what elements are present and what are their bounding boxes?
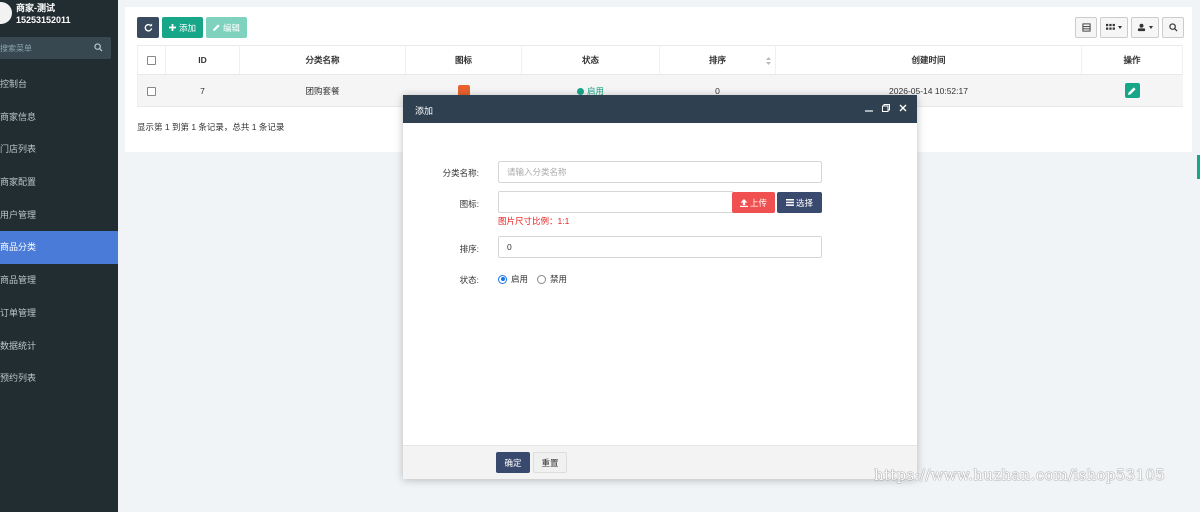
- sidebar-item-console[interactable]: 控制台: [0, 68, 118, 101]
- add-category-dialog: 添加 分类名称: 图标: 上传 选择 图片尺寸比例：1:1 排序: 状态:: [403, 95, 917, 479]
- maximize-icon[interactable]: [882, 104, 890, 112]
- add-button[interactable]: 添加: [162, 17, 204, 38]
- sidebar-item-merchant-info[interactable]: 商家信息: [0, 101, 118, 134]
- icon-label: 图标:: [459, 199, 479, 209]
- list-icon: [785, 199, 794, 206]
- upload-button-label: 上传: [749, 197, 767, 208]
- sort-input[interactable]: [498, 236, 822, 258]
- add-button-label: 添加: [179, 22, 197, 33]
- upload-icon: [739, 198, 748, 207]
- close-icon[interactable]: [899, 104, 907, 112]
- sidebar-item-product-category[interactable]: 商品分类: [0, 231, 118, 265]
- columns-button[interactable]: [1100, 17, 1128, 38]
- sidebar-item-user-management[interactable]: 用户管理: [0, 199, 118, 232]
- name-label: 分类名称:: [442, 168, 479, 178]
- upload-button[interactable]: 上传: [732, 192, 775, 213]
- choose-button-label: 选择: [795, 197, 813, 208]
- table-tools: [1075, 17, 1184, 38]
- sidebar-item-statistics[interactable]: 数据统计: [0, 330, 118, 363]
- search-icon[interactable]: [94, 43, 103, 52]
- chevron-down-icon: [1149, 26, 1153, 29]
- dialog-controls: [865, 101, 907, 115]
- select-all-checkbox[interactable]: [147, 56, 156, 66]
- pagination-info: 显示第 1 到第 1 条记录，总共 1 条记录: [137, 122, 285, 132]
- plus-icon: [169, 24, 176, 31]
- status-enabled-label[interactable]: 启用: [511, 273, 528, 285]
- category-name-input[interactable]: [498, 161, 822, 183]
- chevron-down-icon: [1118, 26, 1122, 29]
- header-op: 操作: [1081, 45, 1183, 75]
- menu-search: [0, 37, 111, 59]
- dialog-title: 添加: [415, 106, 434, 116]
- status-radio-group: 启用 禁用: [498, 273, 567, 285]
- row-edit-button[interactable]: [1124, 83, 1140, 98]
- image-ratio-hint: 图片尺寸比例：1:1: [498, 216, 570, 226]
- header-icon: 图标: [405, 45, 522, 75]
- pencil-icon: [1128, 86, 1136, 95]
- sidebar-item-merchant-config[interactable]: 商家配置: [0, 166, 118, 199]
- toolbar: 添加 编辑: [137, 17, 248, 38]
- user-panel: 商家-测试 15253152011: [0, 0, 118, 34]
- user-phone: 15253152011: [16, 15, 71, 25]
- pencil-icon: [213, 24, 220, 31]
- dialog-header: 添加: [403, 95, 917, 123]
- dialog-body: 分类名称: 图标: 上传 选择 图片尺寸比例：1:1 排序: 状态: 启用 禁用: [403, 123, 917, 445]
- sidebar-item-reservations[interactable]: 预约列表: [0, 362, 118, 395]
- menu-search-input[interactable]: [0, 37, 90, 59]
- sidebar-item-product-management[interactable]: 商品管理: [0, 264, 118, 297]
- header-created: 创建时间: [775, 45, 1082, 75]
- user-name: 商家-测试: [16, 3, 55, 13]
- sidebar: 商家-测试 15253152011 控制台 商家信息 门店列表 商家配置 用户管…: [0, 0, 118, 512]
- export-icon: [1137, 23, 1146, 32]
- search-toggle-button[interactable]: [1162, 17, 1184, 38]
- toggle-view-button[interactable]: [1075, 17, 1097, 38]
- select-all-cell: [137, 45, 166, 75]
- refresh-icon: [144, 23, 152, 32]
- row-status: 启用: [586, 85, 604, 96]
- export-button[interactable]: [1131, 17, 1159, 38]
- row-op-cell: [1081, 74, 1183, 107]
- header-sort: 排序: [708, 55, 726, 65]
- sort-label: 排序:: [459, 244, 479, 254]
- row-checkbox[interactable]: [147, 86, 157, 96]
- icon-path-input[interactable]: [498, 191, 734, 213]
- reset-button[interactable]: 重置: [533, 452, 567, 473]
- watermark: https://www.huzhan.com/ishop53105: [874, 466, 1166, 484]
- sidebar-item-store-list[interactable]: 门店列表: [0, 133, 118, 166]
- row-id: 7: [165, 74, 240, 107]
- choose-button[interactable]: 选择: [777, 192, 822, 213]
- header-name: 分类名称: [239, 45, 406, 75]
- confirm-button[interactable]: 确定: [496, 452, 530, 473]
- avatar: [0, 2, 12, 24]
- status-enabled-radio[interactable]: [498, 274, 507, 284]
- row-select-cell: [137, 74, 166, 107]
- sidebar-item-order-management[interactable]: 订单管理: [0, 297, 118, 330]
- grid-icon: [1106, 23, 1115, 30]
- minimize-icon[interactable]: [865, 104, 873, 112]
- refresh-button[interactable]: [137, 17, 159, 38]
- search-icon: [1168, 23, 1178, 32]
- status-dot-icon: [576, 87, 584, 95]
- sort-icon: [766, 57, 771, 65]
- table-header-row: ID 分类名称 图标 状态 排序 创建时间 操作: [137, 45, 1183, 75]
- table-view-icon: [1081, 23, 1091, 32]
- header-id[interactable]: ID: [165, 45, 240, 75]
- header-status: 状态: [521, 45, 660, 75]
- header-sort-cell[interactable]: 排序: [659, 45, 776, 75]
- dialog-footer: 确定 重置: [403, 445, 917, 479]
- sidebar-menu: 控制台 商家信息 门店列表 商家配置 用户管理 商品分类 商品管理 订单管理 数…: [0, 68, 118, 395]
- edit-button[interactable]: 编辑: [206, 17, 248, 38]
- status-disabled-radio[interactable]: [537, 274, 547, 284]
- status-disabled-label[interactable]: 禁用: [550, 273, 567, 285]
- status-label: 状态:: [459, 275, 479, 285]
- row-name: 团购套餐: [239, 74, 406, 107]
- edit-button-label: 编辑: [223, 22, 241, 33]
